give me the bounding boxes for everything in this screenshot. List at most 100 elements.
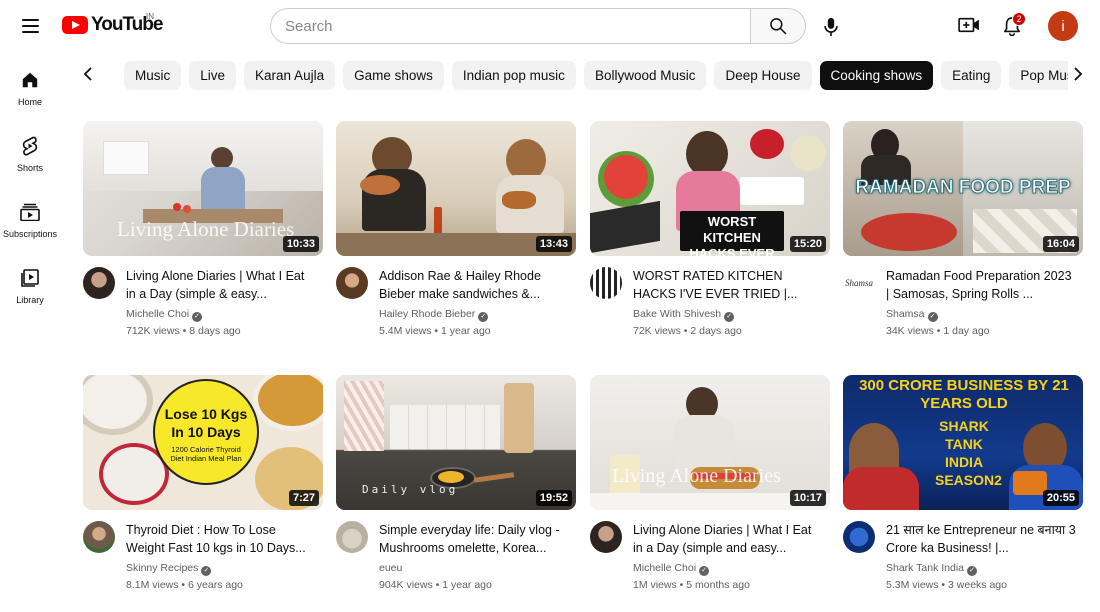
video-duration: 7:27: [288, 490, 319, 506]
chip-pop-music[interactable]: Pop Music: [1009, 61, 1068, 90]
channel-avatar[interactable]: [590, 521, 622, 553]
video-stats: 5.3M views • 3 weeks ago: [886, 579, 1007, 591]
view-count: 5.4M views: [379, 325, 432, 337]
masthead: YouTube IN 2 i: [0, 0, 1100, 52]
video-card[interactable]: 13:43 Addison Rae & Hailey Rhode Bieber …: [336, 121, 576, 347]
channel-avatar[interactable]: Shamsa: [843, 267, 875, 299]
channel-name[interactable]: eueu: [379, 562, 402, 574]
sidebar-item-home[interactable]: Home: [0, 56, 60, 122]
upload-age: 1 year ago: [441, 325, 491, 337]
video-card[interactable]: RAMADAN FOOD PREP 16:04 Shamsa Ramadan F…: [843, 121, 1083, 347]
channel-avatar[interactable]: [83, 521, 115, 553]
chip-karan-aujla[interactable]: Karan Aujla: [244, 61, 336, 90]
chip-cooking-shows[interactable]: Cooking shows: [819, 61, 934, 90]
chip-eating[interactable]: Eating: [941, 61, 1002, 90]
channel-name[interactable]: Hailey Rhode Bieber ✓: [379, 308, 489, 322]
thumbnail-overlay-text: RAMADAN FOOD PREP: [855, 177, 1071, 199]
voice-search-button[interactable]: [814, 10, 848, 44]
sidebar: Home Shorts Subscriptions Library: [0, 56, 60, 320]
channel-avatar[interactable]: [590, 267, 622, 299]
video-thumbnail[interactable]: 300 CRORE BUSINESS BY 21 YEARS OLD SHARK…: [843, 375, 1083, 510]
upload-age: 8 days ago: [189, 325, 241, 337]
view-count: 72K views: [633, 325, 681, 337]
video-card[interactable]: Daily vlog 19:52 Simple everyday life: D…: [336, 375, 576, 601]
channel-avatar[interactable]: [336, 521, 368, 553]
video-stats: 1M views • 5 months ago: [633, 579, 750, 591]
video-thumbnail[interactable]: Lose 10 Kgs In 10 Days 1200 Calorie Thyr…: [83, 375, 323, 510]
channel-avatar[interactable]: [83, 267, 115, 299]
channel-name-text: Hailey Rhode Bieber: [379, 308, 476, 320]
channel-name[interactable]: Shark Tank India ✓: [886, 562, 978, 576]
thumbnail-overlay-text: Daily vlog: [362, 483, 459, 496]
search-input[interactable]: [270, 8, 750, 44]
filter-chips-bar: Music Live Karan Aujla Game shows Indian pop…: [74, 58, 1100, 94]
chip-bollywood-music[interactable]: Bollywood Music: [583, 61, 707, 90]
view-count: 5.3M views: [886, 579, 939, 591]
sidebar-item-library[interactable]: Library: [0, 254, 60, 320]
video-thumbnail[interactable]: 13:43: [336, 121, 576, 256]
channel-name-text: Michelle Choi: [633, 562, 697, 574]
channel-name-text: Skinny Recipes: [126, 562, 199, 574]
upload-age: 5 months ago: [686, 579, 750, 591]
video-thumbnail[interactable]: Living Alone Diaries 10:17: [590, 375, 830, 510]
thumbnail-overlay-text: WORST KITCHEN HACKS EVER: [689, 214, 775, 256]
video-thumbnail[interactable]: Daily vlog 19:52: [336, 375, 576, 510]
create-video-button[interactable]: [956, 12, 982, 38]
video-thumbnail[interactable]: RAMADAN FOOD PREP 16:04: [843, 121, 1083, 256]
sidebar-item-shorts[interactable]: Shorts: [0, 122, 60, 188]
video-card[interactable]: 300 CRORE BUSINESS BY 21 YEARS OLD SHARK…: [843, 375, 1083, 601]
video-title[interactable]: Ramadan Food Preparation 2023 | Samosas,…: [886, 267, 1076, 303]
video-card[interactable]: Living Alone Diaries 10:17 Living Alone …: [590, 375, 830, 601]
video-thumbnail[interactable]: WORST KITCHEN HACKS EVER 15:20: [590, 121, 830, 256]
video-duration: 19:52: [535, 490, 572, 506]
channel-name[interactable]: Bake With Shivesh ✓: [633, 308, 735, 322]
video-card[interactable]: Lose 10 Kgs In 10 Days 1200 Calorie Thyr…: [83, 375, 323, 601]
video-title[interactable]: Thyroid Diet : How To Lose Weight Fast 1…: [126, 521, 316, 557]
channel-name[interactable]: Skinny Recipes ✓: [126, 562, 212, 576]
subscriptions-icon: [20, 202, 40, 222]
menu-icon[interactable]: [14, 10, 46, 42]
video-thumbnail[interactable]: Living Alone Diaries 10:33: [83, 121, 323, 256]
view-count: 8.1M views: [126, 579, 179, 591]
video-duration: 16:04: [1042, 236, 1079, 252]
video-title[interactable]: Simple everyday life: Daily vlog - Mushr…: [379, 521, 569, 557]
channel-name[interactable]: Shamsa ✓: [886, 308, 938, 322]
video-duration: 10:17: [789, 490, 826, 506]
video-card[interactable]: Living Alone Diaries 10:33 Living Alone …: [83, 121, 323, 347]
chips-list: Music Live Karan Aujla Game shows Indian pop…: [124, 61, 1068, 91]
chip-indian-pop-music[interactable]: Indian pop music: [451, 61, 576, 90]
channel-name-text: Michelle Choi: [126, 308, 190, 320]
thumbnail-overlay-text: Living Alone Diaries: [612, 465, 781, 487]
channel-name[interactable]: Michelle Choi ✓: [633, 562, 710, 576]
channel-avatar[interactable]: [843, 521, 875, 553]
account-avatar[interactable]: i: [1048, 11, 1078, 41]
view-count: 34K views: [886, 325, 934, 337]
verified-icon: ✓: [927, 312, 938, 322]
chip-game-shows[interactable]: Game shows: [343, 61, 444, 90]
video-stats: 904K views • 1 year ago: [379, 579, 492, 591]
sidebar-item-label: Library: [16, 295, 44, 305]
sidebar-item-label: Home: [17, 97, 42, 107]
channel-name[interactable]: Michelle Choi ✓: [126, 308, 203, 322]
notification-count-badge: 2: [1012, 12, 1026, 26]
channel-avatar[interactable]: [336, 267, 368, 299]
view-count: 904K views: [379, 579, 433, 591]
chip-deep-house[interactable]: Deep House: [714, 61, 812, 90]
video-stats: 34K views • 1 day ago: [886, 325, 990, 337]
upload-age: 2 days ago: [690, 325, 742, 337]
sidebar-item-label: Shorts: [16, 163, 43, 173]
video-title[interactable]: Addison Rae & Hailey Rhode Bieber make s…: [379, 267, 569, 303]
video-card[interactable]: WORST KITCHEN HACKS EVER 15:20 WORST RAT…: [590, 121, 830, 347]
upload-age: 6 years ago: [188, 579, 243, 591]
sidebar-item-subscriptions[interactable]: Subscriptions: [0, 188, 60, 254]
video-title[interactable]: 21 साल ke Entrepreneur ne बनाया 3 Crore …: [886, 521, 1076, 557]
chips-scroll-right-button[interactable]: [1064, 60, 1092, 88]
video-title[interactable]: WORST RATED KITCHEN HACKS I'VE EVER TRIE…: [633, 267, 823, 303]
search-button[interactable]: [750, 8, 806, 44]
youtube-logo[interactable]: YouTube IN: [62, 12, 163, 36]
chips-scroll-left-button[interactable]: [74, 60, 102, 88]
video-title[interactable]: Living Alone Diaries | What I Eat in a D…: [126, 267, 316, 303]
chip-live[interactable]: Live: [189, 61, 237, 90]
chip-music[interactable]: Music: [124, 61, 182, 90]
video-title[interactable]: Living Alone Diaries | What I Eat in a D…: [633, 521, 823, 557]
